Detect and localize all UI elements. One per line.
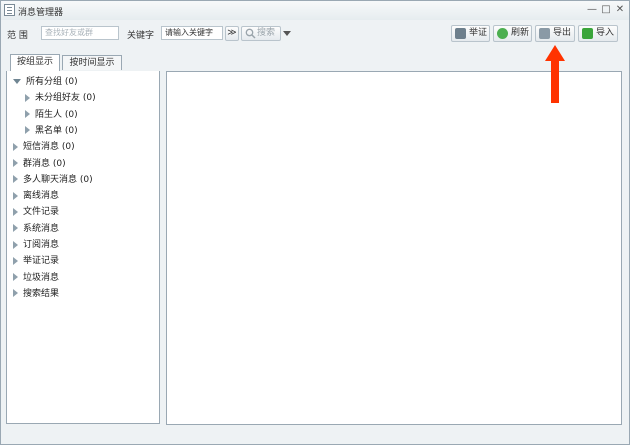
expand-right-icon[interactable] [13,175,18,184]
tree-item[interactable]: 未分组好友 (0) [25,91,96,105]
close-icon[interactable]: ✕ [614,4,626,16]
expand-right-icon[interactable] [13,289,18,298]
range-label: 范 围 [7,31,28,41]
tree-item-label: 垃圾消息 [23,272,60,283]
expand-right-icon[interactable] [13,224,18,233]
tree-item-label: 搜索结果 [23,288,60,299]
export-button[interactable]: 导出 [535,25,575,42]
refresh-button[interactable]: 刷新 [493,25,532,42]
tree-item[interactable]: 黑名单 (0) [25,124,78,138]
tree-item[interactable]: 垃圾消息 [13,271,59,285]
message-content-area[interactable] [166,71,622,425]
expand-right-icon[interactable] [13,256,18,265]
search-dropdown-icon[interactable] [283,31,291,36]
tree-item[interactable]: 所有分组 (0) [13,75,78,89]
tree-item-label: 黑名单 (0) [35,125,78,136]
tree-item-label: 文件记录 [23,207,60,218]
toolbar: 范 围 查找好友或群 关键字 请输入关键字 ≫ 搜索 举证 刷新 导出 导入 [1,20,629,48]
app-icon [4,4,15,16]
window-title: 消息管理器 [18,8,64,18]
keyword-label: 关键字 [127,31,155,41]
tree-item[interactable]: 陌生人 (0) [25,108,78,122]
tree-item[interactable]: 多人聊天消息 (0) [13,173,93,187]
tree-item[interactable]: 文件记录 [13,205,59,219]
export-icon [539,28,550,39]
double-chevron-icon: ≫ [227,28,237,38]
expand-right-icon[interactable] [25,93,30,102]
annotation-arrow [545,45,565,103]
tree-item[interactable]: 订阅消息 [13,238,59,252]
search-button[interactable]: 搜索 [241,26,281,41]
tree-item[interactable]: 系统消息 [13,222,59,236]
keyword-input[interactable]: 请输入关键字 [161,26,223,40]
title-bar: 消息管理器 — □ ✕ [1,1,629,20]
tree-item-label: 订阅消息 [23,240,60,250]
expand-right-icon[interactable] [13,240,18,249]
tree-item[interactable]: 举证记录 [13,254,59,268]
import-icon [582,28,593,39]
expand-right-icon[interactable] [25,126,30,135]
tab-group-view[interactable]: 按组显示 [10,54,60,71]
evidence-icon [455,28,466,39]
tree-item[interactable]: 短信消息 (0) [13,140,75,154]
tree-item-label: 所有分组 (0) [26,77,78,87]
range-input[interactable]: 查找好友或群 [41,26,119,40]
left-panel: 按组显示 按时间显示 所有分组 (0) 未分组好友 (0) 陌生人 (0) 黑名单 (… [6,52,160,424]
message-manager-window: 消息管理器 — □ ✕ 范 围 查找好友或群 关键字 请输入关键字 ≫ 搜索 举… [0,0,630,445]
tree-item-label: 举证记录 [23,256,60,267]
maximize-icon[interactable]: □ [600,4,612,16]
tree-item-label: 离线消息 [23,191,60,202]
evidence-button[interactable]: 举证 [451,25,490,42]
view-tabs: 按组显示 按时间显示 [6,52,160,72]
expand-right-icon[interactable] [13,273,18,282]
expand-right-icon[interactable] [13,191,18,200]
search-icon [245,28,256,39]
tab-time-view[interactable]: 按时间显示 [62,55,122,70]
tree-item-label: 群消息 (0) [23,158,66,169]
expand-right-icon[interactable] [13,207,18,216]
tree-item-label: 短信消息 (0) [23,142,75,153]
tree-item[interactable]: 群消息 (0) [13,157,66,171]
tree-item-label: 未分组好友 (0) [35,93,96,104]
minimize-icon[interactable]: — [586,4,598,16]
expand-right-icon[interactable] [13,159,18,167]
expand-right-icon[interactable] [25,110,30,119]
import-button[interactable]: 导入 [578,25,618,42]
category-tree: 所有分组 (0) 未分组好友 (0) 陌生人 (0) 黑名单 (0) 短信消息 (0) 群… [6,71,160,424]
more-options-button[interactable]: ≫ [225,26,239,41]
tree-item[interactable]: 搜索结果 [13,287,59,301]
tree-item[interactable]: 离线消息 [13,189,59,203]
expand-down-icon[interactable] [13,79,21,84]
tree-item-label: 系统消息 [23,223,60,234]
tree-item-label: 陌生人 (0) [35,109,78,120]
tree-item-label: 多人聊天消息 (0) [23,174,93,185]
expand-right-icon[interactable] [13,142,18,151]
refresh-icon [497,28,508,39]
